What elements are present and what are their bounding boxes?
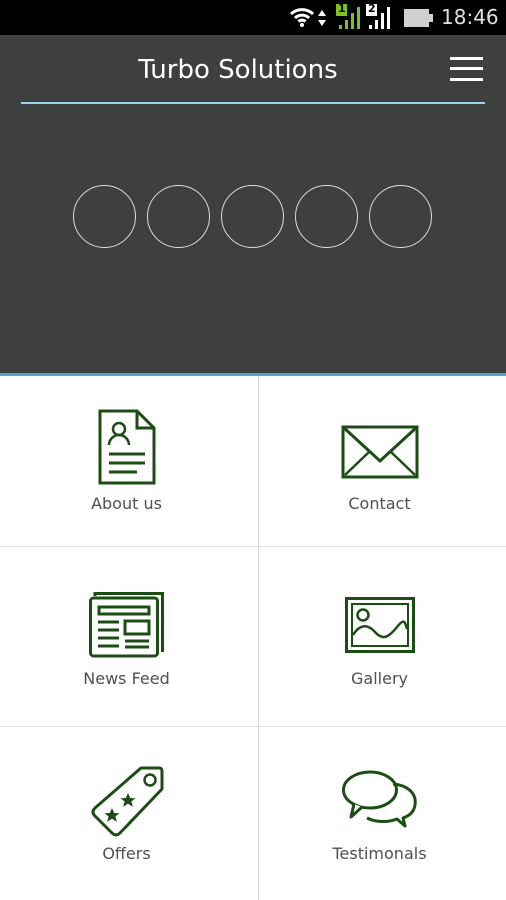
- battery-icon: [404, 9, 433, 27]
- menu-item-offers[interactable]: Offers: [0, 727, 253, 900]
- menu-item-about-us[interactable]: About us: [0, 376, 253, 546]
- profile-document-icon: [98, 409, 155, 485]
- menu-item-label: Gallery: [351, 669, 408, 688]
- slider-dot-3[interactable]: [221, 185, 284, 248]
- app-header: Turbo Solutions: [0, 35, 506, 373]
- app-title: Turbo Solutions: [138, 55, 338, 85]
- sim2-signal-icon: 2: [366, 2, 392, 30]
- slider-dot-1[interactable]: [73, 185, 136, 248]
- menu-item-gallery[interactable]: Gallery: [253, 547, 506, 726]
- sim1-label: 1: [338, 2, 346, 15]
- slider-dot-4[interactable]: [295, 185, 358, 248]
- clock: 18:46: [441, 5, 499, 29]
- hamburger-menu-icon[interactable]: [446, 53, 486, 85]
- menu-item-news-feed[interactable]: News Feed: [0, 547, 253, 726]
- menu-item-label: News Feed: [83, 669, 170, 688]
- menu-item-label: Contact: [348, 494, 411, 513]
- sim2-label: 2: [368, 2, 376, 15]
- menu-item-contact[interactable]: Contact: [253, 376, 506, 546]
- status-bar: 1 2 18:46: [0, 0, 506, 35]
- menu-item-label: About us: [91, 494, 162, 513]
- menu-item-label: Offers: [102, 844, 151, 863]
- menu-item-testimonals[interactable]: Testimonals: [253, 727, 506, 900]
- slider-dot-2[interactable]: [147, 185, 210, 248]
- slider-pagination: [73, 185, 433, 249]
- slider-dot-5[interactable]: [369, 185, 432, 248]
- header-divider: [21, 102, 485, 104]
- envelope-icon: [341, 425, 418, 479]
- menu-item-label: Testimonals: [332, 844, 427, 863]
- newspaper-icon: [88, 592, 164, 658]
- data-activity-icon: [318, 10, 326, 26]
- price-tag-icon: [91, 766, 163, 837]
- sim1-signal-icon: 1: [336, 2, 362, 30]
- speech-bubbles-icon: [341, 770, 417, 828]
- picture-frame-icon: [344, 597, 415, 653]
- wifi-icon: [289, 8, 315, 27]
- menu-grid: About us Contact News Feed Gallery Offer…: [0, 376, 506, 900]
